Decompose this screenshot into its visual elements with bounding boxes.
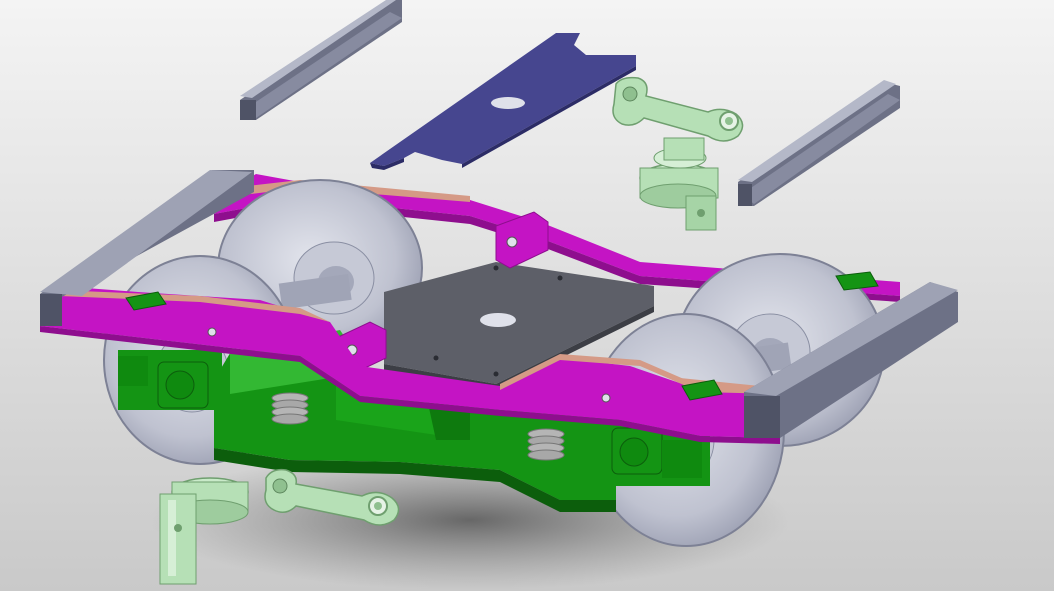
right-spring [527,428,565,461]
bogie-cad-render [0,0,1054,591]
left-spring [271,392,309,425]
